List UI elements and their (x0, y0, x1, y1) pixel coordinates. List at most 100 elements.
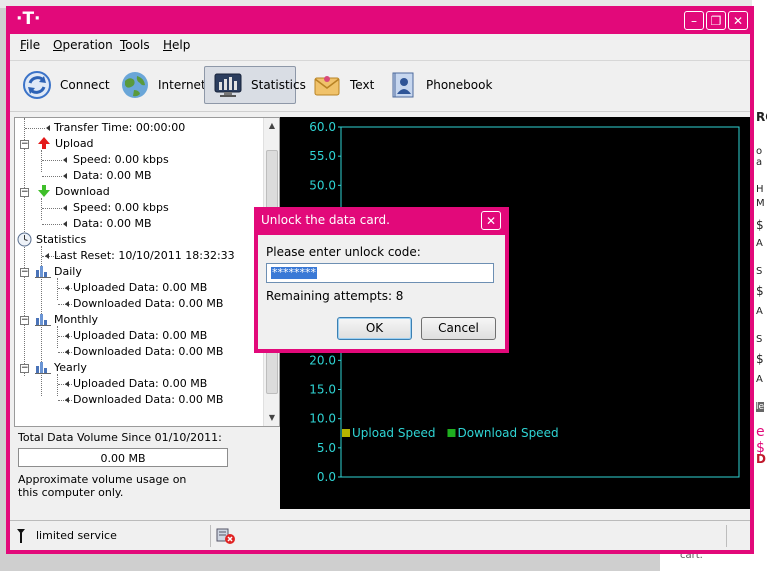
tree-leaf-icon (65, 301, 69, 307)
bg-fragment: S (756, 334, 763, 345)
menu-file-label: ile (26, 38, 41, 52)
tree-item-monthly-uploaded[interactable]: Uploaded Data: 0.00 MB (73, 328, 207, 344)
statistics-button[interactable]: Statistics (204, 66, 306, 104)
unlock-dialog: Unlock the data card. ✕ Please enter unl… (254, 207, 509, 353)
total-volume-value: 0.00 MB (18, 448, 228, 467)
title-bar[interactable]: ·T· – ❐ ✕ (6, 6, 754, 34)
dialog-close-icon[interactable]: ✕ (481, 211, 501, 230)
clock-icon (17, 232, 32, 250)
collapse-toggle[interactable]: − (20, 140, 29, 149)
tree-item-download[interactable]: Download (55, 184, 110, 200)
tree-leaf-icon (63, 157, 67, 163)
scroll-up-arrow-icon[interactable]: ▲ (264, 118, 279, 134)
collapse-toggle[interactable]: − (20, 364, 29, 373)
statistics-tree[interactable]: Transfer Time: 00:00:00 − Upload Speed: … (14, 117, 280, 427)
bg-fragment: A (756, 374, 763, 385)
globe-icon (120, 70, 150, 100)
menu-operation[interactable]: Operation (53, 38, 113, 52)
close-button[interactable]: ✕ (728, 11, 748, 30)
tree-item-yearly-downloaded[interactable]: Downloaded Data: 0.00 MB (73, 392, 223, 408)
bg-fragment: le (756, 402, 765, 412)
tree-item-daily-downloaded[interactable]: Downloaded Data: 0.00 MB (73, 296, 223, 312)
ok-button[interactable]: OK (337, 317, 412, 340)
legend-label: Download Speed (457, 426, 558, 440)
legend-swatch (342, 429, 350, 437)
bg-fragment: H (756, 184, 764, 195)
tree-item-yearly[interactable]: Yearly (54, 360, 87, 376)
menu-tools[interactable]: Tools (120, 38, 150, 52)
internet-button[interactable]: Internet (120, 66, 206, 104)
menu-operation-label: peration (62, 38, 113, 52)
menu-help-accel: H (163, 38, 173, 52)
connect-icon (22, 70, 52, 100)
download-arrow-icon (37, 184, 51, 201)
tree-item-last-reset[interactable]: Last Reset: 10/10/2011 18:32:33 (54, 248, 235, 264)
scroll-down-arrow-icon[interactable]: ▼ (264, 410, 279, 426)
card-error-icon (216, 527, 236, 548)
maximize-button[interactable]: ❐ (706, 11, 726, 30)
tree-item-download-speed[interactable]: Speed: 0.00 kbps (73, 200, 169, 216)
statistics-label: Statistics (251, 78, 306, 92)
phonebook-icon (388, 70, 418, 100)
bg-fragment: RO (756, 110, 767, 124)
menu-file[interactable]: File (20, 38, 40, 52)
signal-antenna-icon (16, 528, 26, 547)
cancel-button[interactable]: Cancel (421, 317, 496, 340)
bar-chart-icon (35, 264, 51, 281)
internet-label: Internet (158, 78, 206, 92)
statistics-monitor-icon (213, 70, 243, 100)
tree-leaf-icon (65, 381, 69, 387)
y-tick-label: 0.0 (317, 470, 336, 484)
collapse-toggle[interactable]: − (20, 316, 29, 325)
menu-help[interactable]: Help (163, 38, 190, 52)
tree-item-monthly[interactable]: Monthly (54, 312, 98, 328)
status-separator (726, 525, 727, 547)
bar-chart-icon (35, 360, 51, 377)
envelope-icon (312, 70, 342, 100)
tree-item-statistics[interactable]: Statistics (36, 232, 86, 248)
tree-leaf-icon (63, 205, 67, 211)
tree-connector (42, 160, 62, 162)
tree-connector (42, 224, 62, 226)
phonebook-button[interactable]: Phonebook (388, 66, 492, 104)
remaining-attempts: Remaining attempts: 8 (266, 289, 404, 303)
tree-leaf-icon (63, 221, 67, 227)
y-tick-label: 5.0 (317, 441, 336, 455)
bar-chart-icon (35, 312, 51, 329)
tree-leaf-icon (63, 173, 67, 179)
tree-item-yearly-uploaded[interactable]: Uploaded Data: 0.00 MB (73, 376, 207, 392)
background-browser-content: RO o a H M $ A S $ A S $ A le e $ DR (752, 0, 767, 571)
bg-fragment: A (756, 238, 763, 249)
toolbar: Connect Internet Statistics Text Phonebo… (10, 60, 750, 112)
tree-item-upload-speed[interactable]: Speed: 0.00 kbps (73, 152, 169, 168)
tree-leaf-icon (65, 397, 69, 403)
collapse-toggle[interactable]: − (20, 268, 29, 277)
tree-item-transfer-time[interactable]: Transfer Time: 00:00:00 (54, 120, 185, 136)
tree-connector (25, 128, 45, 130)
menu-help-label: elp (172, 38, 191, 52)
tree-item-monthly-downloaded[interactable]: Downloaded Data: 0.00 MB (73, 344, 223, 360)
tree-item-upload[interactable]: Upload (55, 136, 94, 152)
tree-leaf-icon (65, 349, 69, 355)
unlock-code-input[interactable]: ******** (266, 263, 494, 283)
text-button[interactable]: Text (312, 66, 374, 104)
tree-leaf-icon (45, 253, 49, 259)
dialog-title: Unlock the data card. (261, 213, 390, 227)
tree-item-upload-data[interactable]: Data: 0.00 MB (73, 168, 152, 184)
y-tick-label: 20.0 (309, 353, 336, 367)
unlock-code-label: Please enter unlock code: (266, 245, 421, 259)
phonebook-label: Phonebook (426, 78, 493, 92)
tree-item-download-data[interactable]: Data: 0.00 MB (73, 216, 152, 232)
bg-fragment: $ (756, 284, 764, 298)
bg-fragment: o a (756, 146, 763, 168)
tree-item-daily-uploaded[interactable]: Uploaded Data: 0.00 MB (73, 280, 207, 296)
tree-item-daily[interactable]: Daily (54, 264, 82, 280)
connect-button[interactable]: Connect (22, 66, 110, 104)
total-volume-label: Total Data Volume Since 01/10/2011: (18, 431, 222, 444)
y-tick-label: 50.0 (309, 178, 336, 192)
minimize-button[interactable]: – (684, 11, 704, 30)
bg-fragment: A (756, 306, 763, 317)
collapse-toggle[interactable]: − (20, 188, 29, 197)
tree-connector (42, 208, 62, 210)
approximate-usage-note: Approximate volume usage on this compute… (18, 473, 187, 499)
